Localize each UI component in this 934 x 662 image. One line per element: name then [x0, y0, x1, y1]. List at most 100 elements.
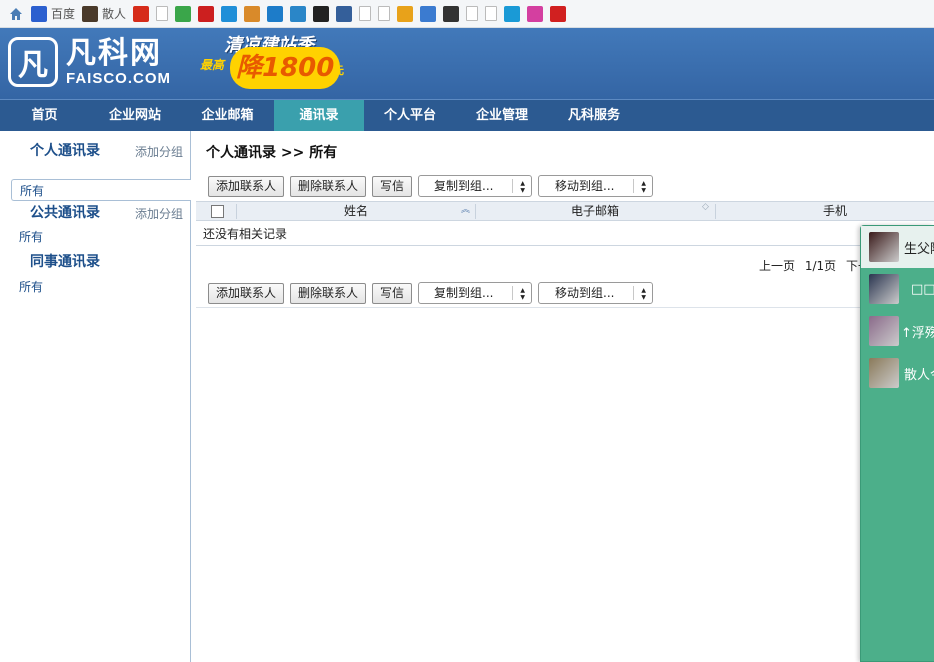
bookmark-item[interactable]	[8, 4, 24, 24]
bookmark-item[interactable]	[466, 4, 479, 24]
chat-contact[interactable]: ↑浮殇	[861, 310, 934, 352]
nav-item-website[interactable]: 企业网站	[89, 100, 181, 131]
bookmark-item[interactable]	[133, 4, 150, 24]
contacts-table-header: 姓名 ︽ 电子邮箱 ◇ 手机	[196, 201, 934, 221]
page-info: 1/1页	[804, 259, 837, 273]
em-icon	[527, 5, 544, 22]
bookmark-item[interactable]	[198, 4, 215, 24]
contacts-main: 个人通讯录 >> 所有 添加联系人 删除联系人 写信 复制到组... ▲ ▼ 移动…	[196, 131, 934, 662]
logo-cn-text: 凡科网	[66, 35, 162, 71]
column-email[interactable]: 电子邮箱	[475, 202, 715, 221]
group-personal-header: 个人通讯录 添加分组	[0, 131, 190, 160]
chat-contact[interactable]: 散人今	[861, 352, 934, 394]
copy-to-group-select[interactable]: 复制到组... ▲ ▼	[418, 175, 533, 197]
chat-contact-name: □□	[911, 281, 934, 297]
chat-contacts-panel: 生父除 □□ ↑浮殇 散人今	[860, 225, 934, 662]
write-mail-button[interactable]: 写信	[372, 282, 413, 304]
bookmark-item[interactable]	[267, 4, 284, 24]
sort-both-icon[interactable]: ◇	[702, 202, 709, 212]
bookmark-item[interactable]	[550, 4, 567, 24]
bookmark-item[interactable]	[485, 4, 498, 24]
select-divider	[512, 286, 514, 300]
avatar	[869, 316, 899, 346]
picture-icon	[420, 5, 437, 22]
divider	[196, 307, 934, 308]
prev-page-link[interactable]: 上一页	[759, 259, 795, 273]
bookmark-item[interactable]	[156, 4, 169, 24]
bookmark-item[interactable]	[175, 4, 192, 24]
bookmark-item[interactable]	[397, 4, 414, 24]
group-personal-title[interactable]: 个人通讯录	[30, 140, 100, 160]
bookmark-item[interactable]	[378, 4, 391, 24]
bookmark-item[interactable]	[221, 4, 238, 24]
nav-item-management[interactable]: 企业管理	[456, 100, 548, 131]
move-to-group-label: 移动到组...	[555, 179, 615, 193]
select-divider	[633, 286, 635, 300]
chat-contact[interactable]: □□	[861, 268, 934, 310]
sort-asc-icon[interactable]: ︽	[461, 202, 470, 215]
monkey-icon	[244, 5, 261, 22]
red-square-icon	[550, 5, 567, 22]
promo-banner[interactable]: 清凉建站季 最高 降1800 元	[200, 31, 344, 97]
bookmark-item[interactable]	[244, 4, 261, 24]
bookmark-item[interactable]: 散人	[82, 4, 126, 24]
add-group-link[interactable]: 添加分组	[135, 143, 183, 160]
chrome-icon	[397, 5, 414, 22]
page-icon	[156, 6, 169, 21]
group-colleague-title[interactable]: 同事通讯录	[30, 251, 100, 271]
avatar	[869, 274, 899, 304]
copy-to-group-label: 复制到组...	[434, 179, 494, 193]
nav-item-mail[interactable]: 企业邮箱	[181, 100, 274, 131]
nav-item-services[interactable]: 凡科服务	[548, 100, 640, 131]
add-contact-button[interactable]: 添加联系人	[208, 282, 285, 304]
bookmark-item[interactable]	[443, 4, 460, 24]
bookmark-item[interactable]	[504, 4, 521, 24]
add-group-link[interactable]: 添加分组	[135, 205, 183, 222]
column-mobile[interactable]: 手机	[715, 202, 934, 221]
bookmark-item[interactable]	[359, 4, 372, 24]
column-name[interactable]: 姓名	[236, 202, 476, 221]
site-header: 凡 凡科网 FAISCO.COM 清凉建站季 最高 降1800 元	[0, 28, 934, 99]
chevron-updown-icon: ▲ ▼	[641, 180, 647, 194]
group-colleague-all[interactable]: 所有	[0, 276, 190, 298]
nav-item-home[interactable]: 首页	[0, 100, 89, 131]
sina-icon	[313, 5, 330, 22]
chevron-updown-icon: ▲ ▼	[520, 287, 526, 301]
bookmark-item[interactable]: 百度	[31, 4, 75, 24]
page-title: 个人通讯录 >> 所有	[206, 145, 338, 161]
nav-item-contacts[interactable]: 通讯录	[274, 100, 364, 131]
chat-contact[interactable]: 生父除	[861, 226, 934, 268]
blue-swirl-icon	[221, 5, 238, 22]
page-icon	[359, 6, 372, 21]
select-all-checkbox[interactable]	[211, 205, 224, 218]
bookmark-item[interactable]	[527, 4, 544, 24]
group-public-header: 公共通讯录 添加分组	[0, 201, 190, 234]
promo-unit: 元	[333, 64, 344, 77]
chevron-updown-icon: ▲ ▼	[641, 287, 647, 301]
move-to-group-select[interactable]: 移动到组... ▲ ▼	[538, 282, 654, 304]
copy-to-group-select[interactable]: 复制到组... ▲ ▼	[418, 282, 533, 304]
monitor-icon	[336, 5, 353, 22]
sanren-icon	[82, 5, 99, 22]
t-logo-icon	[267, 5, 284, 22]
group-personal-all[interactable]: 所有	[11, 179, 191, 201]
bookmark-item[interactable]	[336, 4, 353, 24]
move-to-group-label: 移动到组...	[555, 286, 615, 300]
nav-item-personal[interactable]: 个人平台	[364, 100, 456, 131]
red-grid-icon	[198, 5, 215, 22]
green-box-icon	[175, 5, 192, 22]
add-contact-button[interactable]: 添加联系人	[208, 175, 285, 197]
group-public-title[interactable]: 公共通讯录	[30, 202, 100, 222]
faisco-logo[interactable]: 凡 凡科网 FAISCO.COM	[8, 37, 171, 87]
bookmark-item[interactable]	[313, 4, 330, 24]
bookmark-item[interactable]	[290, 4, 307, 24]
logo-mark: 凡	[8, 37, 58, 87]
chat-contact-name: 散人今	[904, 367, 934, 383]
write-mail-button[interactable]: 写信	[372, 175, 413, 197]
bookmark-item[interactable]	[420, 4, 437, 24]
delete-contact-button[interactable]: 删除联系人	[290, 175, 367, 197]
select-divider	[633, 179, 635, 193]
delete-contact-button[interactable]: 删除联系人	[290, 282, 367, 304]
promo-prefix: 最高	[200, 58, 225, 72]
move-to-group-select[interactable]: 移动到组... ▲ ▼	[538, 175, 654, 197]
